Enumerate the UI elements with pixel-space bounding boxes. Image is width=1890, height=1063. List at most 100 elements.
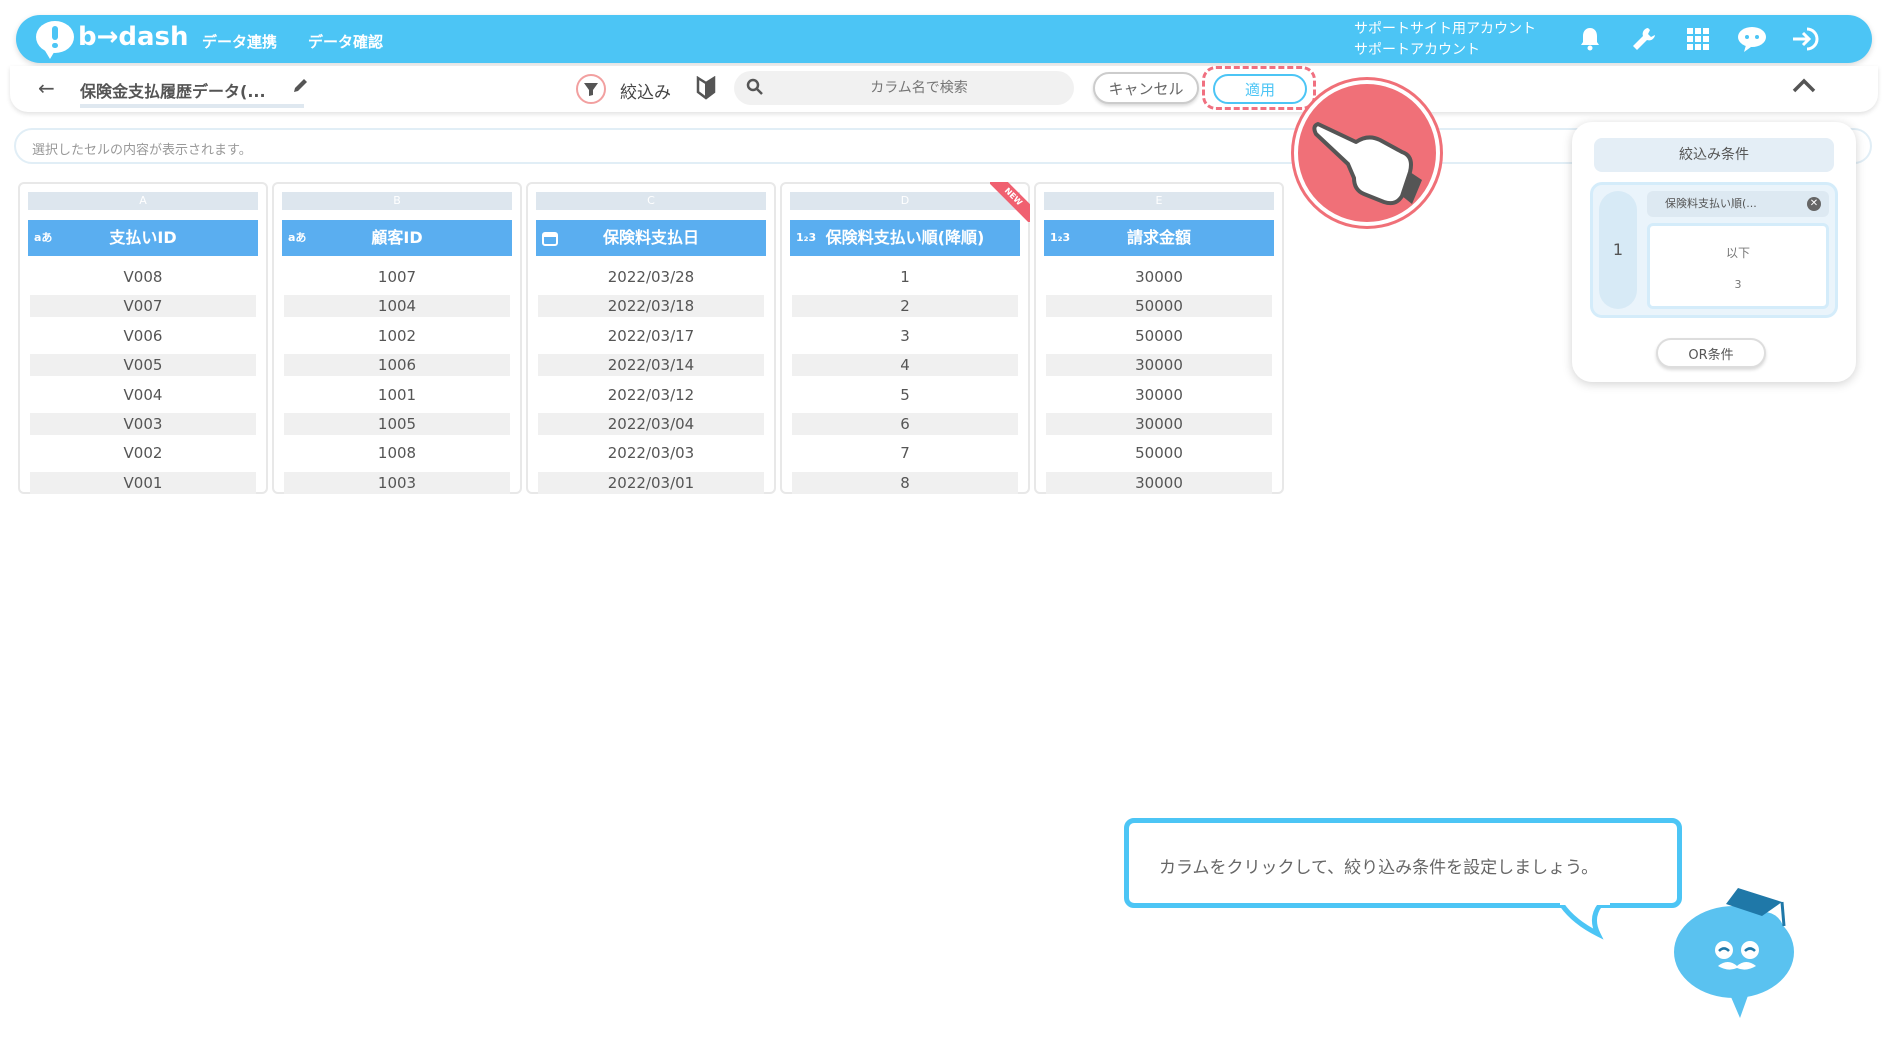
condition-value: 3 xyxy=(1734,278,1742,291)
table-cell[interactable]: 2022/03/12 xyxy=(538,384,764,406)
table-cell[interactable]: 8 xyxy=(792,471,1018,494)
column-name: 顧客ID xyxy=(371,228,423,247)
table-cell[interactable]: V004 xyxy=(30,384,256,406)
table-cell[interactable]: 2022/03/18 xyxy=(538,295,764,318)
nav-data-integration[interactable]: データ連携 xyxy=(202,31,277,52)
table-cell[interactable]: V003 xyxy=(30,413,256,435)
condition-column-tag[interactable]: 保険料支払い順(... ✕ xyxy=(1647,191,1829,217)
pointing-hand-icon xyxy=(1294,80,1440,226)
table-cell[interactable]: V007 xyxy=(30,295,256,318)
table-cell[interactable]: V006 xyxy=(30,325,256,347)
bell-icon[interactable] xyxy=(1574,23,1606,55)
column-name: 保険料支払日 xyxy=(602,228,699,247)
table-cell[interactable]: 1004 xyxy=(284,295,510,318)
table-cell[interactable]: 3 xyxy=(792,325,1018,347)
mascot-character-icon xyxy=(1674,888,1794,1018)
new-badge-label: NEW xyxy=(990,182,1030,222)
column-header[interactable]: 1₂3 請求金額 xyxy=(1044,220,1274,256)
remove-condition-icon[interactable]: ✕ xyxy=(1807,197,1821,211)
column-header[interactable]: aあ 顧客ID xyxy=(282,220,512,256)
logo[interactable]: b→dash xyxy=(36,21,189,59)
column-letter: D xyxy=(790,192,1020,210)
cancel-button[interactable]: キャンセル xyxy=(1093,72,1199,104)
filter-funnel-icon[interactable] xyxy=(576,74,606,104)
logout-icon[interactable] xyxy=(1790,23,1822,55)
column-search-input[interactable] xyxy=(774,71,1064,105)
dataset-toolbar: ← 保険金支払履歴データ(... 絞込み キャンセル 適用 xyxy=(10,66,1878,112)
column-type-icon: 1₂3 xyxy=(796,231,817,244)
table-cell[interactable]: 2022/03/04 xyxy=(538,413,764,435)
nav-data-check[interactable]: データ確認 xyxy=(308,31,383,52)
table-column[interactable]: Baあ 顧客ID 1007 1004 1002 1006 1001 1005 1008 1003 xyxy=(272,182,522,494)
table-cell[interactable]: V002 xyxy=(30,442,256,464)
table-cell[interactable]: 5 xyxy=(792,384,1018,406)
table-cell[interactable]: 2022/03/17 xyxy=(538,325,764,347)
column-type-icon: aあ xyxy=(288,231,307,244)
column-header[interactable]: 保険料支払日 xyxy=(536,220,766,256)
column-name: 保険料支払い順(降順) xyxy=(825,228,985,247)
grid-icon[interactable] xyxy=(1682,23,1714,55)
table-cell[interactable]: 2022/03/01 xyxy=(538,471,764,494)
table-cell[interactable]: V008 xyxy=(30,266,256,288)
table-cell[interactable]: 30000 xyxy=(1046,384,1272,406)
table-cell[interactable]: 1 xyxy=(792,266,1018,288)
table-cell[interactable]: 1006 xyxy=(284,354,510,377)
table-cell[interactable]: 1008 xyxy=(284,442,510,464)
account-info[interactable]: サポートサイト用アカウント サポートアカウント xyxy=(1354,19,1536,61)
table-cell[interactable]: 30000 xyxy=(1046,266,1272,288)
beginner-mark-icon[interactable] xyxy=(696,75,716,104)
table-cell[interactable]: V001 xyxy=(30,471,256,494)
table-cell[interactable]: 2022/03/28 xyxy=(538,266,764,288)
back-arrow-icon[interactable]: ← xyxy=(38,76,55,100)
chevron-up-icon[interactable] xyxy=(1792,78,1816,98)
table-cell[interactable]: 1007 xyxy=(284,266,510,288)
table-cell[interactable]: 50000 xyxy=(1046,295,1272,318)
table-cell[interactable]: 1002 xyxy=(284,325,510,347)
dataset-title[interactable]: 保険金支払履歴データ(... xyxy=(80,78,304,108)
apply-button[interactable]: 適用 xyxy=(1213,74,1307,104)
table-cell[interactable]: 30000 xyxy=(1046,354,1272,377)
pencil-icon[interactable] xyxy=(292,76,310,98)
column-header[interactable]: 1₂3 保険料支払い順(降順) xyxy=(790,220,1020,256)
filter-conditions-panel: 絞込み条件 1 保険料支払い順(... ✕ 以下 3 OR条件 xyxy=(1572,122,1856,382)
logo-text: b→dash xyxy=(78,22,189,52)
column-type-icon: aあ xyxy=(34,231,53,244)
column-letter: C xyxy=(536,192,766,210)
calendar-icon xyxy=(542,220,558,261)
table-column[interactable]: E 1₂3 請求金額 30000 50000 50000 30000 30000 30000 50… xyxy=(1034,182,1284,494)
condition-group: 1 保険料支払い順(... ✕ 以下 3 xyxy=(1590,182,1838,318)
table-cell[interactable]: 1003 xyxy=(284,471,510,494)
table-column[interactable]: C 保険料支払日 2022/03/28 2022/03/18 2022/03/17 202… xyxy=(526,182,776,494)
table-cell[interactable]: 7 xyxy=(792,442,1018,464)
top-navigation-bar: b→dash データ連携 データ確認 サポートサイト用アカウント サポートアカウ… xyxy=(16,15,1872,63)
new-badge: NEW xyxy=(990,182,1030,222)
logo-bubble-icon xyxy=(36,21,74,59)
condition-column-label: 保険料支払い順(... xyxy=(1665,197,1757,210)
table-cell[interactable]: 50000 xyxy=(1046,442,1272,464)
table-column[interactable]: Aaあ 支払いID V008 V007 V006 V005 V004 V003 V002 V001 xyxy=(18,182,268,494)
wrench-icon[interactable] xyxy=(1628,23,1660,55)
table-cell[interactable]: V005 xyxy=(30,354,256,377)
table-cell[interactable]: 30000 xyxy=(1046,471,1272,494)
table-cell[interactable]: 6 xyxy=(792,413,1018,435)
column-letter: E xyxy=(1044,192,1274,210)
table-column[interactable]: D 1₂3 保険料支払い順(降順) NEW 1 2 3 4 5 6 7 8 xyxy=(780,182,1030,494)
table-cell[interactable]: 1005 xyxy=(284,413,510,435)
column-name: 請求金額 xyxy=(1126,228,1191,247)
table-cell[interactable]: 4 xyxy=(792,354,1018,377)
condition-detail[interactable]: 以下 3 xyxy=(1647,223,1829,309)
table-cell[interactable]: 2 xyxy=(792,295,1018,318)
column-search xyxy=(734,71,1074,105)
column-header[interactable]: aあ 支払いID xyxy=(28,220,258,256)
chat-icon[interactable] xyxy=(1736,23,1768,55)
header-icons xyxy=(1574,23,1822,55)
column-letter: A xyxy=(28,192,258,210)
table-cell[interactable]: 2022/03/14 xyxy=(538,354,764,377)
table-cell[interactable]: 1001 xyxy=(284,384,510,406)
tooltip-tail xyxy=(1560,902,1610,940)
or-condition-button[interactable]: OR条件 xyxy=(1656,338,1766,368)
table-cell[interactable]: 2022/03/03 xyxy=(538,442,764,464)
table-cell[interactable]: 30000 xyxy=(1046,413,1272,435)
table-cell[interactable]: 50000 xyxy=(1046,325,1272,347)
column-letter: B xyxy=(282,192,512,210)
